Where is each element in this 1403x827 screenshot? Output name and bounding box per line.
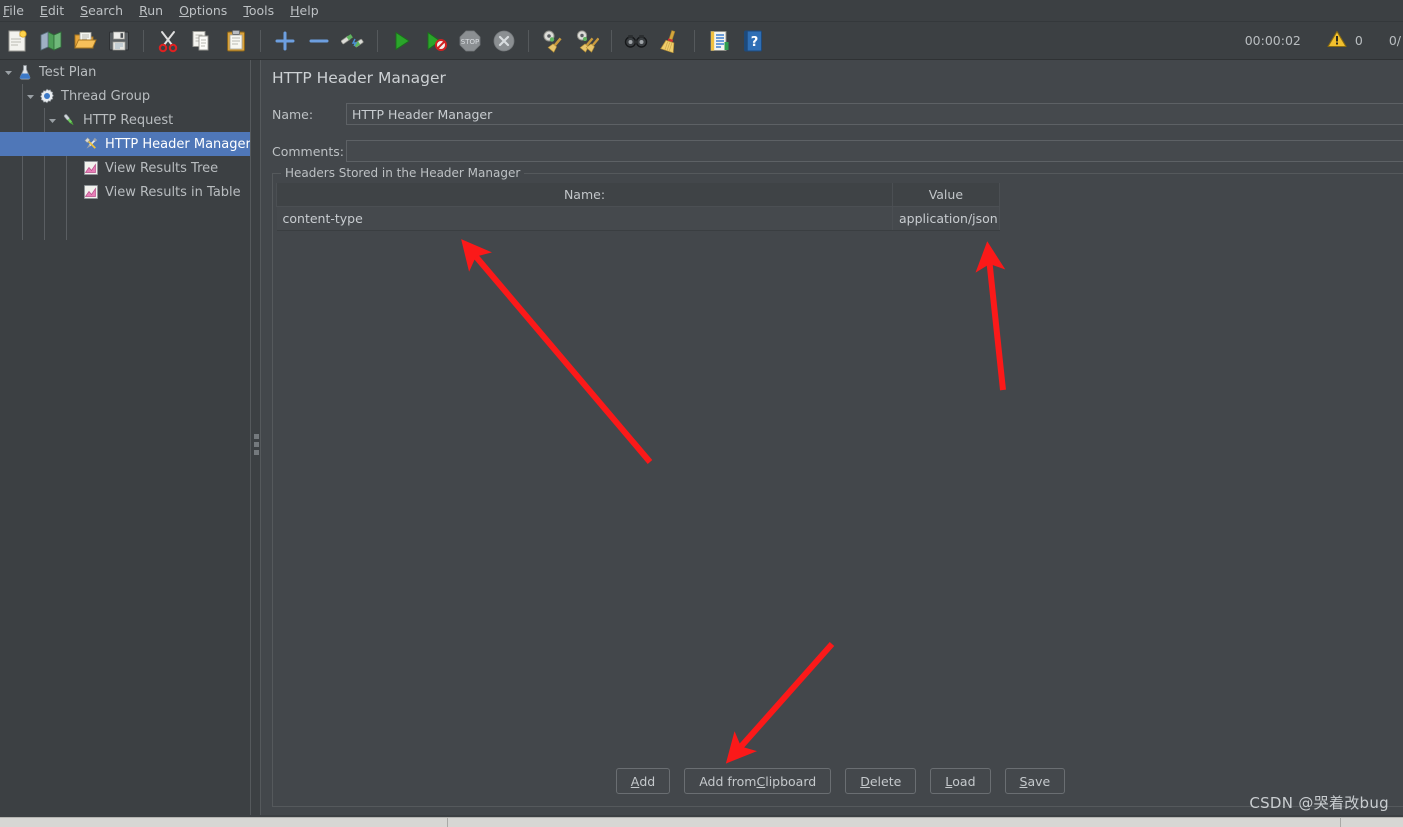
add-from-clipboard-button[interactable]: Add from Clipboard [684, 768, 832, 794]
menu-item-file[interactable]: File [0, 1, 32, 21]
chevron-down-icon[interactable] [22, 84, 38, 108]
expand-all-icon[interactable] [270, 26, 300, 56]
toolbar-separator [260, 29, 261, 52]
toolbar-separator [694, 29, 695, 52]
toolbar-separator [611, 29, 612, 52]
copy-icon[interactable] [187, 26, 217, 56]
tree-node-label: Test Plan [39, 64, 97, 80]
menu-item-run[interactable]: Run [131, 1, 171, 21]
view-results-icon [82, 159, 100, 177]
tree-node-label: View Results in Table [105, 184, 241, 200]
panel-splitter[interactable] [250, 60, 261, 815]
clear-all-icon[interactable] [572, 26, 602, 56]
function-helper-icon[interactable] [704, 26, 734, 56]
toolbar-separator [377, 29, 378, 52]
paste-icon[interactable] [221, 26, 251, 56]
jmeter-window: File Edit Search Run Options Tools Help [0, 0, 1403, 827]
watermark: CSDN @哭着改bug [1249, 794, 1389, 812]
collapse-all-icon[interactable] [304, 26, 334, 56]
toolbar-separator [528, 29, 529, 52]
search-icon[interactable] [621, 26, 651, 56]
comments-input[interactable] [346, 140, 1403, 162]
open-icon[interactable] [70, 26, 100, 56]
start-icon[interactable] [387, 26, 417, 56]
clear-icon[interactable] [538, 26, 568, 56]
menu-item-tools[interactable]: Tools [235, 1, 282, 21]
tree-node-http-request[interactable]: HTTP Request [0, 108, 250, 132]
svg-text:?: ? [751, 35, 759, 50]
cut-icon[interactable] [153, 26, 183, 56]
http-request-icon [60, 111, 78, 129]
toolbar-separator [143, 29, 144, 52]
menu-item-options[interactable]: Options [171, 1, 235, 21]
headers-group-box: Headers Stored in the Header Manager Nam… [272, 166, 1403, 807]
help-icon[interactable]: ? [738, 26, 768, 56]
headers-table[interactable]: Name: Value content-type application/jso… [276, 183, 1000, 231]
stop-icon[interactable]: STOP [455, 26, 485, 56]
taskbar-divider [447, 818, 448, 827]
thread-group-icon [38, 87, 56, 105]
tree-node-label: HTTP Request [83, 112, 174, 128]
test-plan-icon [16, 63, 34, 81]
shutdown-icon[interactable] [489, 26, 519, 56]
cell-header-name[interactable]: content-type [276, 206, 893, 231]
cell-header-value[interactable]: application/json [892, 206, 1000, 231]
table-header-row: Name: Value [276, 183, 1000, 207]
toolbar-status: 00:00:02 0 0/ [1245, 30, 1403, 51]
templates-icon[interactable] [36, 26, 66, 56]
tree-node-thread-group[interactable]: Thread Group [0, 84, 250, 108]
menu-item-help[interactable]: Help [282, 1, 327, 21]
content-area: Test Plan Thread Group HTTP Request HTTP… [0, 60, 1403, 815]
header-manager-editor: HTTP Header Manager Name: Comments: Head… [261, 60, 1403, 815]
header-actions: Add Add from Clipboard Delete Load Save [273, 768, 1403, 794]
headers-group-title: Headers Stored in the Header Manager [281, 166, 525, 180]
start-no-pauses-icon[interactable] [421, 26, 451, 56]
menu-bar: File Edit Search Run Options Tools Help [0, 0, 1403, 22]
splitter-handle[interactable] [254, 434, 259, 458]
new-icon[interactable] [2, 26, 32, 56]
name-input[interactable] [346, 103, 1403, 125]
load-button[interactable]: Load [930, 768, 991, 794]
toolbar: STOP ? 00:00:02 0 0/ [0, 22, 1403, 60]
search-reset-icon[interactable] [655, 26, 685, 56]
desktop-taskbar [0, 817, 1403, 827]
comments-label: Comments: [272, 143, 344, 159]
svg-text:STOP: STOP [461, 38, 479, 46]
delete-button[interactable]: Delete [845, 768, 917, 794]
header-manager-icon [82, 135, 100, 153]
tree-node-label: View Results Tree [105, 160, 219, 176]
warning-icon[interactable] [1327, 30, 1347, 51]
tree-node-label: HTTP Header Manager [105, 136, 250, 152]
test-plan-tree[interactable]: Test Plan Thread Group HTTP Request HTTP… [0, 60, 250, 815]
add-button[interactable]: Add [615, 768, 671, 794]
menu-item-search[interactable]: Search [72, 1, 131, 21]
tree-node-http-header-manager[interactable]: HTTP Header Manager [0, 132, 250, 156]
chevron-down-icon[interactable] [44, 108, 60, 132]
table-row[interactable]: content-type application/json [276, 206, 1000, 231]
menu-item-edit[interactable]: Edit [32, 1, 72, 21]
column-header-name[interactable]: Name: [276, 183, 893, 207]
page-title: HTTP Header Manager [272, 69, 446, 87]
warning-count: 0 [1354, 33, 1363, 48]
tree-node-test-plan[interactable]: Test Plan [0, 60, 250, 84]
tree-node-view-results-in-table[interactable]: View Results in Table [0, 180, 250, 204]
save-icon[interactable] [104, 26, 134, 56]
name-label: Name: [272, 106, 314, 122]
tree-node-view-results-tree[interactable]: View Results Tree [0, 156, 250, 180]
view-results-icon [82, 183, 100, 201]
save-button[interactable]: Save [1004, 768, 1066, 794]
toggle-icon[interactable] [338, 26, 368, 56]
chevron-down-icon[interactable] [0, 60, 16, 84]
column-header-value[interactable]: Value [892, 183, 1000, 207]
elapsed-time: 00:00:02 [1244, 33, 1301, 48]
name-field-row: Name: [272, 103, 1403, 125]
tree-node-label: Thread Group [61, 88, 151, 104]
comments-field-row: Comments: [272, 140, 1403, 162]
thread-count: 0/ [1388, 33, 1401, 48]
taskbar-divider [1340, 818, 1341, 827]
